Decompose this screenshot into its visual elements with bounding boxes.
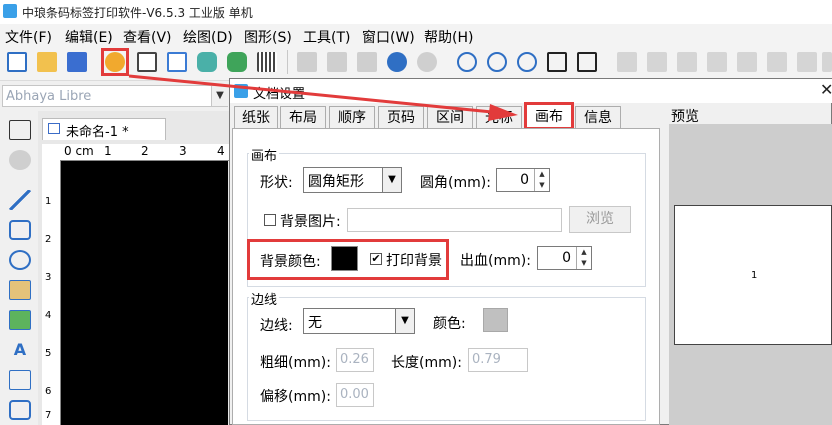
annotation-arrow-line (128, 74, 493, 114)
annotation-arrow-head (488, 104, 518, 121)
annotation-arrow (128, 74, 518, 121)
